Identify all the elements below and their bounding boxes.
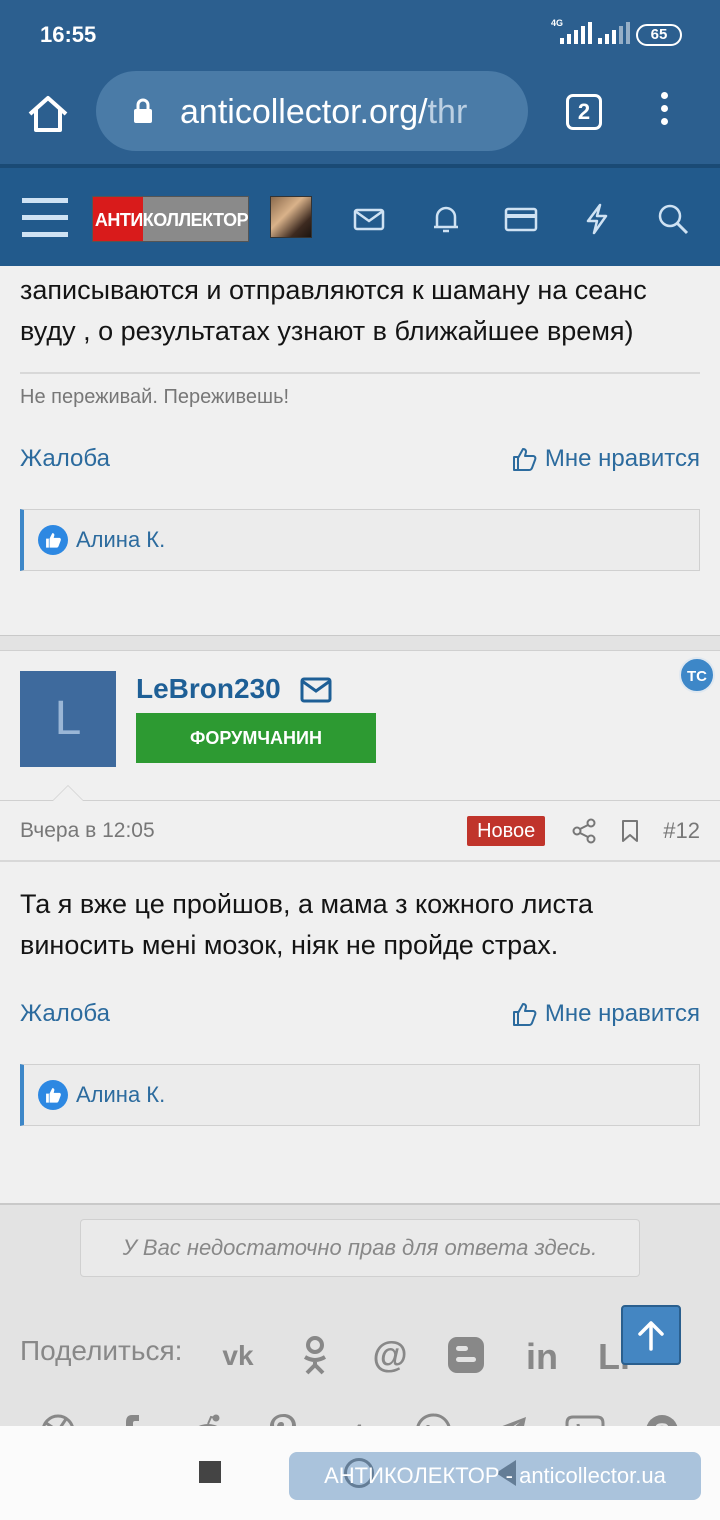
like-reaction-icon bbox=[38, 1080, 68, 1110]
reactions-bar[interactable]: Алина К. bbox=[20, 509, 700, 571]
username-link[interactable]: LeBron230 bbox=[136, 673, 281, 705]
odnoklassniki-icon[interactable] bbox=[293, 1333, 337, 1377]
home-icon[interactable] bbox=[24, 90, 72, 138]
battery-icon: 65 bbox=[636, 24, 682, 46]
like-button[interactable]: Мне нравится bbox=[511, 1000, 700, 1028]
search-icon[interactable] bbox=[656, 202, 690, 236]
post-meta: Вчера в 12:05 Новое #12 bbox=[0, 800, 720, 862]
status-bar: 16:55 4G 65 bbox=[0, 0, 720, 68]
new-badge: Новое bbox=[467, 815, 546, 846]
reddit-icon[interactable] bbox=[186, 1409, 230, 1426]
recent-apps-button[interactable] bbox=[199, 1461, 221, 1483]
post-gap bbox=[0, 636, 720, 650]
facebook-icon[interactable] bbox=[110, 1409, 154, 1426]
reactions-bar[interactable]: Алина К. bbox=[20, 1064, 700, 1126]
user-avatar[interactable] bbox=[270, 196, 312, 238]
topic-starter-badge: TC bbox=[679, 657, 715, 693]
svg-text:S: S bbox=[654, 1419, 670, 1426]
pinterest-icon[interactable] bbox=[262, 1409, 306, 1426]
like-reaction-icon bbox=[38, 525, 68, 555]
post-text: Та я вже це пройшов, а мама з кожного ли… bbox=[20, 889, 594, 960]
svg-text:t: t bbox=[352, 1411, 366, 1426]
menu-icon[interactable] bbox=[654, 92, 674, 132]
post-number[interactable]: #12 bbox=[663, 818, 700, 844]
xing-icon[interactable] bbox=[36, 1409, 80, 1426]
status-time: 16:55 bbox=[40, 22, 97, 47]
bell-icon[interactable] bbox=[429, 202, 463, 236]
reactions-users[interactable]: Алина К. bbox=[76, 1082, 165, 1108]
hamburger-menu-icon[interactable] bbox=[22, 198, 68, 237]
telegram-icon[interactable] bbox=[488, 1409, 532, 1426]
share-label: Поделиться: bbox=[20, 1335, 183, 1366]
like-button[interactable]: Мне нравится bbox=[511, 445, 700, 473]
url-text: anticollector.org/thr bbox=[180, 93, 468, 131]
user-block-caret bbox=[52, 785, 84, 801]
reactions-users[interactable]: Алина К. bbox=[76, 527, 165, 553]
bookmark-icon[interactable] bbox=[617, 818, 643, 844]
lock-icon bbox=[134, 98, 152, 123]
user-avatar-letter[interactable]: L bbox=[20, 671, 116, 767]
browser-toolbar: anticollector.org/thr 2 bbox=[0, 68, 720, 164]
linkedin-icon[interactable]: in bbox=[520, 1333, 564, 1377]
post-user-info: L LeBron230 ФОРУМЧАНИН TC bbox=[0, 650, 720, 801]
skype-icon[interactable]: S bbox=[640, 1409, 684, 1426]
site-logo[interactable]: АНТИКОЛЛЕКТОР bbox=[92, 196, 249, 242]
email-icon[interactable]: @ bbox=[368, 1333, 412, 1377]
viber-icon[interactable] bbox=[563, 1409, 607, 1426]
svg-text:vk: vk bbox=[222, 1340, 254, 1371]
whatsapp-icon[interactable] bbox=[412, 1409, 456, 1426]
share-block: Поделиться: vk @ in Li bbox=[0, 1277, 720, 1426]
report-link[interactable]: Жалоба bbox=[20, 445, 110, 473]
lightning-icon[interactable] bbox=[580, 202, 614, 236]
share-icon[interactable] bbox=[571, 818, 597, 844]
no-permission-notice: У Вас недостаточно прав для ответа здесь… bbox=[80, 1219, 640, 1277]
message-user-icon[interactable] bbox=[300, 677, 332, 703]
post-12: Та я вже це пройшов, а мама з кожного ли… bbox=[0, 862, 720, 1205]
thumbs-up-icon bbox=[512, 448, 537, 471]
scroll-to-top-button[interactable] bbox=[621, 1305, 681, 1365]
address-bar[interactable]: anticollector.org/thr bbox=[96, 71, 528, 151]
post-date[interactable]: Вчера в 12:05 bbox=[20, 819, 467, 843]
arrow-up-icon bbox=[638, 1321, 664, 1351]
tab-count-button[interactable]: 2 bbox=[566, 94, 602, 130]
signal-icon-2 bbox=[598, 22, 630, 44]
svg-text:@: @ bbox=[372, 1334, 407, 1375]
vk-icon[interactable]: vk bbox=[216, 1333, 260, 1377]
report-link[interactable]: Жалоба bbox=[20, 1000, 110, 1028]
site-navigation: АНТИКОЛЛЕКТОР bbox=[0, 164, 720, 266]
mail-icon[interactable] bbox=[352, 202, 386, 236]
signal-icon bbox=[560, 22, 592, 44]
thread-content: записываются и отправляются к шаману на … bbox=[0, 266, 720, 1426]
post-signature: Не переживай. Переживешь! bbox=[20, 386, 290, 408]
blogger-icon[interactable] bbox=[444, 1333, 488, 1377]
watermark: АНТИКОЛЕКТОР - anticollector.ua bbox=[289, 1452, 701, 1500]
tumblr-icon[interactable]: t bbox=[337, 1409, 381, 1426]
thumbs-up-icon bbox=[512, 1003, 537, 1026]
card-icon[interactable] bbox=[504, 202, 538, 236]
user-rank-badge: ФОРУМЧАНИН bbox=[136, 713, 376, 763]
post-text: записываются и отправляются к шаману на … bbox=[20, 275, 647, 346]
svg-text:in: in bbox=[526, 1336, 558, 1377]
post-previous: записываются и отправляются к шаману на … bbox=[0, 266, 720, 636]
